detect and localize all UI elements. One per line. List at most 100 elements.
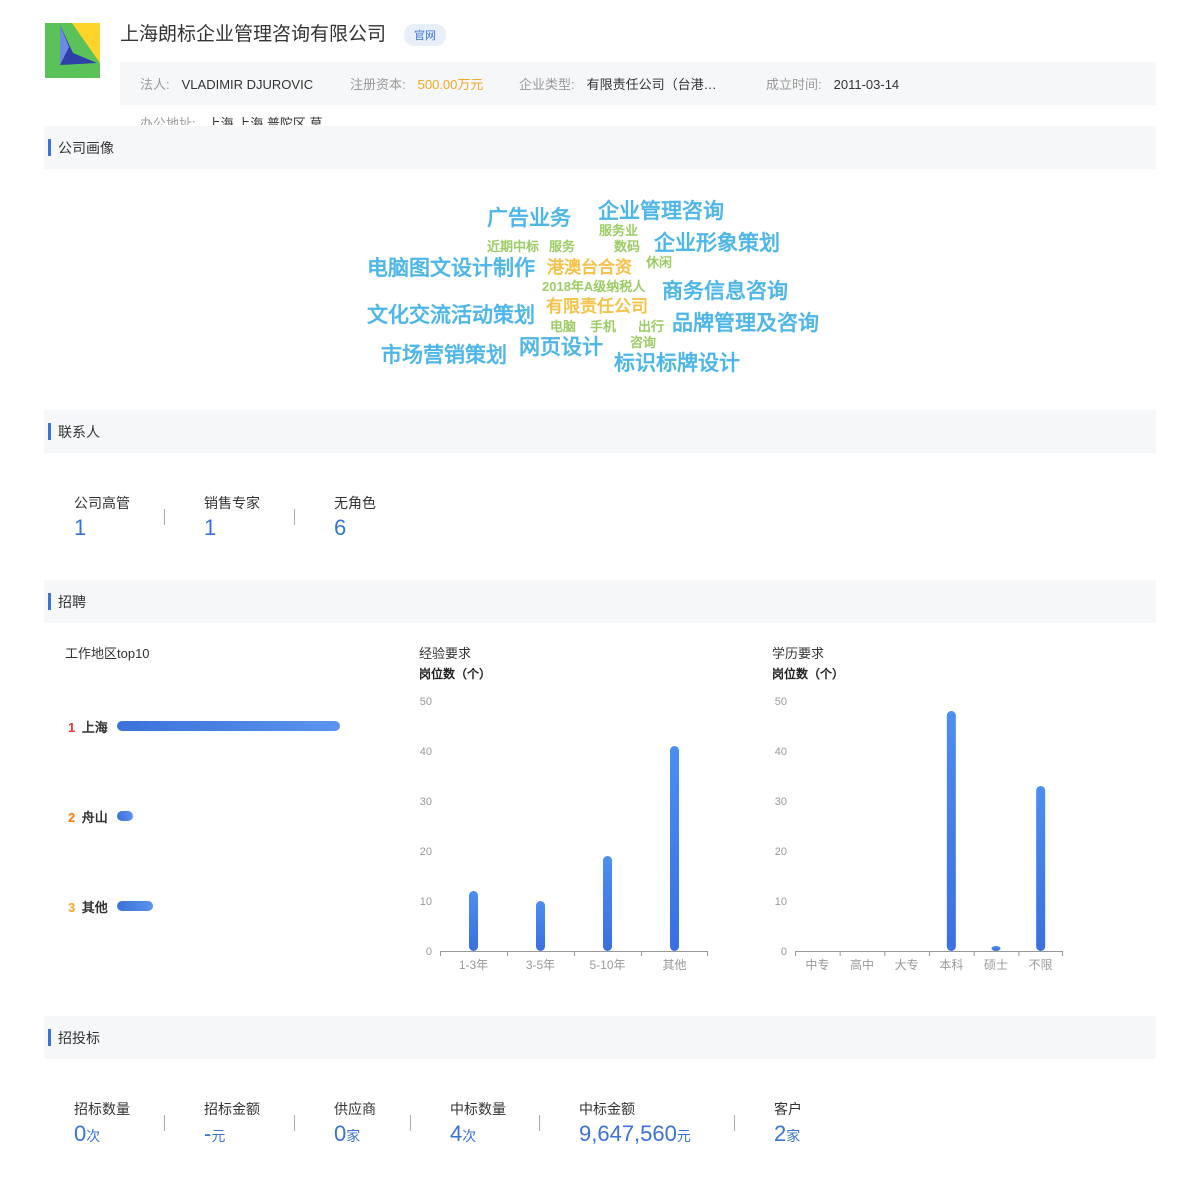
stat-value[interactable]: 4 [450,1121,462,1146]
legal-person: 法人: VLADIMIR DJUROVIC [140,74,313,93]
stat-divider [294,1115,295,1131]
cloud-word: 网页设计 [519,336,603,359]
stat-value[interactable]: 0 [334,1121,346,1146]
x-tick-label: 5-10年 [589,958,625,972]
bar [469,891,478,951]
bar [536,901,545,951]
stat-value[interactable]: 6 [334,515,376,541]
y-tick-label: 50 [420,696,432,708]
bid-stat-tender-amount[interactable]: 招标金额 -元 [204,1099,260,1147]
type-label: 企业类型: [519,77,575,92]
cloud-word: 服务 [549,239,576,254]
y-tick-label: 10 [775,896,787,908]
stat-label: 招标金额 [204,1101,260,1117]
company-logo [45,23,100,78]
section-bidding: 招投标 [44,1016,1156,1059]
bar [603,856,612,951]
cloud-word: 广告业务 [487,207,571,230]
x-tick-label: 本科 [939,958,963,972]
cloud-word: 企业形象策划 [654,232,780,255]
experience-bar-chart: 0 10 20 30 40 50 1-3年 3-5年 5-10年 其他 [420,696,708,972]
section-marker [48,139,51,156]
address-value: 上海 上海 普陀区 莫 [207,116,323,125]
registered-capital: 注册资本: 500.00万元 [350,74,483,93]
stat-value[interactable]: 9,647,560 [579,1121,677,1146]
word-cloud: 广告业务 企业管理咨询 服务业 近期中标 服务 数码 企业形象策划 电脑图文设计… [0,190,1200,390]
y-tick-label: 30 [420,796,432,808]
section-title: 联系人 [58,424,100,440]
contact-stat-sales[interactable]: 销售专家 1 [204,493,260,541]
section-title: 招聘 [58,594,86,610]
contact-stat-executives[interactable]: 公司高管 1 [74,493,130,541]
cloud-word: 港澳台合资 [547,258,632,277]
official-site-badge[interactable]: 官网 [404,24,446,46]
cloud-word: 文化交流活动策划 [367,304,535,327]
stat-unit: 元 [676,1128,691,1144]
bar [991,946,1001,951]
region-rank: 3 [68,900,76,915]
region-bar [117,721,340,731]
bid-stat-suppliers[interactable]: 供应商 0家 [334,1099,376,1147]
stat-value[interactable]: 0 [74,1121,86,1146]
stat-label: 客户 [774,1101,802,1117]
stat-value[interactable]: 2 [774,1121,786,1146]
region-rank: 1 [68,720,76,735]
stat-divider [734,1115,735,1131]
region-name: 其他 [81,900,108,915]
section-title: 公司画像 [58,140,114,156]
stat-label: 销售专家 [204,495,260,511]
bid-stat-clients[interactable]: 客户 2家 [774,1099,802,1147]
y-tick-label: 20 [775,846,787,858]
legal-person-value[interactable]: VLADIMIR DJUROVIC [182,77,313,92]
stat-divider [164,1115,165,1131]
y-tick-label: 40 [775,746,787,758]
cloud-word: 服务业 [599,223,639,238]
stat-value[interactable]: 1 [74,515,130,541]
cloud-word: 休闲 [646,255,673,270]
type-value: 有限责任公司（台港… [586,77,717,92]
section-recruit: 招聘 [44,580,1156,623]
cloud-word: 数码 [614,239,641,254]
stat-label: 中标数量 [450,1101,506,1117]
region-rank: 2 [68,810,76,825]
experience-chart-title: 经验要求 [419,646,472,661]
stat-unit: 次 [462,1128,477,1144]
bid-stat-tender-count[interactable]: 招标数量 0次 [74,1099,130,1147]
cloud-word: 出行 [638,319,665,334]
cloud-word: 标识标牌设计 [614,352,740,375]
company-name: 上海朗标企业管理咨询有限公司 [120,24,387,45]
region-row: 1 上海 [68,717,358,737]
education-chart-ylabel: 岗位数（个） [772,667,845,681]
region-name: 上海 [81,720,108,735]
y-tick-label: 0 [426,946,432,958]
capital-label: 注册资本: [350,77,406,92]
bid-stat-win-amount[interactable]: 中标金额 9,647,560元 [579,1099,691,1147]
stat-value[interactable]: 1 [204,515,260,541]
x-tick-label: 3-5年 [526,958,555,972]
region-bar [117,901,153,911]
stat-divider [410,1115,411,1131]
cloud-word: 品牌管理及咨询 [672,312,819,335]
cloud-word: 电脑 [550,319,577,334]
experience-chart-ylabel: 岗位数（个） [419,667,492,681]
cloud-word: 商务信息咨询 [662,280,788,303]
stat-unit: 元 [211,1128,226,1144]
section-marker [48,423,51,440]
stat-label: 中标金额 [579,1101,635,1117]
stat-label: 无角色 [334,495,376,511]
office-address-row: 办公地址: 上海 上海 普陀区 莫 [140,113,322,125]
y-tick-label: 0 [781,946,787,958]
cloud-word: 近期中标 [487,239,540,254]
region-name: 舟山 [81,810,108,825]
y-tick-label: 20 [420,846,432,858]
cloud-word: 市场营销策划 [381,344,507,367]
cloud-word: 电脑图文设计制作 [367,257,535,280]
cloud-word: 2018年A级纳税人 [542,279,646,294]
y-tick-label: 40 [420,746,432,758]
contact-stat-no-role[interactable]: 无角色 6 [334,493,376,541]
bid-stat-win-count[interactable]: 中标数量 4次 [450,1099,506,1147]
company-type: 企业类型: 有限责任公司（台港… [519,74,717,93]
address-label: 办公地址: [140,116,196,125]
legal-person-label: 法人: [140,77,170,92]
education-chart-title: 学历要求 [772,646,825,661]
